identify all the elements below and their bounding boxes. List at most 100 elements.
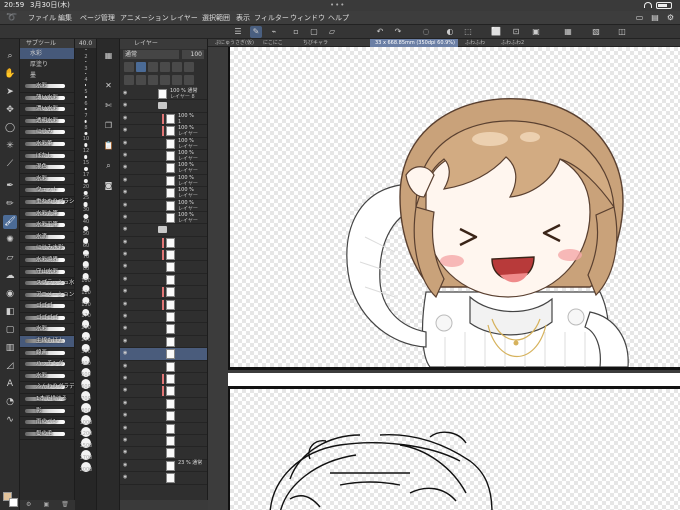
- doc-tab-5[interactable]: ふわふわ: [460, 39, 494, 47]
- brush-size-item[interactable]: 50: [75, 225, 96, 237]
- clear-icon[interactable]: ✕: [102, 79, 115, 92]
- brush-item[interactable]: ゴゴゴゴ: [20, 313, 74, 325]
- brush-item[interactable]: 重ねぬりブラシ: [20, 197, 74, 209]
- brush-icon[interactable]: 🖌: [3, 215, 17, 229]
- brush-size-item[interactable]: 17: [75, 166, 96, 178]
- visibility-eye-icon[interactable]: ◉: [123, 202, 129, 208]
- brush-size-item[interactable]: 5: [75, 83, 96, 95]
- visibility-eye-icon[interactable]: ◉: [123, 264, 129, 269]
- doc-tab-1[interactable]: ぷにゅうさぎ(仮): [210, 39, 256, 47]
- layer-row[interactable]: ◉ 100 % レイヤー: [120, 200, 207, 212]
- brush-size-item[interactable]: 400: [75, 355, 96, 367]
- canvas-area[interactable]: ぷにゅうさぎ(仮) にこにこ ちびキャラ 33 x 668.85mm (350d…: [208, 39, 680, 510]
- visibility-eye-icon[interactable]: ◉: [123, 289, 129, 294]
- pen-mode-icon[interactable]: ✎: [250, 26, 262, 38]
- layer-row[interactable]: ◉: [120, 237, 207, 250]
- eraser-icon[interactable]: ▱: [3, 251, 17, 265]
- layer-row[interactable]: ◉ 100 % レイヤー: [120, 138, 207, 150]
- brush-item[interactable]: アニメーション: [20, 290, 74, 302]
- new-icon[interactable]: ▫: [290, 26, 302, 38]
- brush-size-item[interactable]: 15: [75, 154, 96, 166]
- brush-item[interactable]: 水滴: [20, 232, 74, 244]
- brush-size-item[interactable]: 80: [75, 260, 96, 272]
- layer-row[interactable]: ◉: [120, 410, 207, 423]
- invert-icon[interactable]: ▣: [530, 26, 542, 38]
- visibility-eye-icon[interactable]: ◉: [123, 276, 129, 282]
- layer-property-icon[interactable]: ▦: [102, 49, 115, 62]
- fill-icon[interactable]: ◐: [444, 26, 456, 38]
- magnify-icon[interactable]: ⌕: [102, 159, 115, 172]
- operation-icon[interactable]: ➤: [3, 85, 17, 99]
- layer-folder-row[interactable]: ◉: [120, 224, 207, 237]
- menu-view[interactable]: 表示: [236, 11, 250, 25]
- brush-item[interactable]: スプラッシュ水彩: [20, 278, 74, 290]
- brush-item[interactable]: 影: [20, 406, 74, 418]
- brush-size-item[interactable]: 60: [75, 237, 96, 249]
- brush-item[interactable]: 水彩境界: [20, 255, 74, 267]
- brush-item[interactable]: ふんわりグラデーション: [20, 382, 74, 395]
- layer-row[interactable]: ◉: [120, 348, 207, 361]
- deselect-icon[interactable]: ⊡: [510, 26, 522, 38]
- layer-row[interactable]: ◉: [120, 373, 207, 386]
- clip-icon[interactable]: [136, 62, 146, 72]
- subtool-category-thick-paint[interactable]: 厚塗り: [20, 59, 74, 70]
- brush-size-item[interactable]: 2: [75, 48, 96, 60]
- layout-icon[interactable]: ▤: [651, 11, 659, 25]
- menu-layer[interactable]: レイヤー: [170, 11, 198, 25]
- layer-row[interactable]: ◉: [120, 447, 207, 460]
- smart-icon[interactable]: ⌁: [268, 26, 280, 38]
- layer-row[interactable]: ◉ 100 % レイヤー: [120, 162, 207, 175]
- brush-item[interactable]: ぼかし: [20, 151, 74, 163]
- brush-size-item[interactable]: 6: [75, 95, 96, 107]
- select-icon[interactable]: ⬜: [490, 26, 502, 38]
- visibility-eye-icon[interactable]: ◉: [123, 363, 129, 369]
- visibility-eye-icon[interactable]: ◉: [123, 301, 129, 307]
- brush-item[interactable]: 水彩: [20, 174, 74, 186]
- layer-menu-icon[interactable]: [184, 75, 194, 85]
- visibility-eye-icon[interactable]: ◉: [123, 177, 129, 183]
- visibility-eye-icon[interactable]: ◉: [123, 227, 129, 232]
- new-raster-icon[interactable]: [124, 75, 134, 85]
- palette-color-icon[interactable]: [184, 62, 194, 72]
- settings-icon[interactable]: ⚙: [667, 11, 674, 25]
- hand-icon[interactable]: ✋: [3, 67, 17, 81]
- brush-size-item[interactable]: 200: [75, 319, 96, 331]
- brush-size-item[interactable]: 300: [75, 343, 96, 355]
- layer-row[interactable]: ◉: [120, 249, 207, 262]
- merge-icon[interactable]: [160, 75, 170, 85]
- brush-size-item[interactable]: 600: [75, 378, 96, 390]
- snap-icon[interactable]: ◫: [616, 26, 628, 38]
- layer-row[interactable]: ◉ 100 % 通常 レイヤー 8: [120, 88, 207, 101]
- brush-item[interactable]: 主線もほん: [20, 336, 74, 348]
- subtool-copy-icon[interactable]: ▣: [44, 500, 50, 510]
- menu-file[interactable]: ファイル: [28, 11, 56, 25]
- cut-icon[interactable]: ✄: [102, 99, 115, 112]
- brush-size-item[interactable]: 150: [75, 296, 96, 308]
- brush-item[interactable]: ハッチング: [20, 359, 74, 371]
- copy-icon[interactable]: ❐: [102, 119, 115, 132]
- visibility-eye-icon[interactable]: ◉: [123, 165, 129, 170]
- camera-icon[interactable]: ◙: [102, 179, 115, 192]
- brush-size-item[interactable]: 1200: [75, 426, 96, 437]
- visibility-eye-icon[interactable]: ◉: [123, 338, 129, 344]
- new-folder-icon[interactable]: [148, 75, 158, 85]
- gradient-icon[interactable]: ◧: [3, 305, 17, 319]
- subtool-category-watercolor[interactable]: 水彩: [20, 48, 74, 59]
- move-icon[interactable]: ✥: [3, 103, 17, 117]
- layer-panel-tab[interactable]: レイヤー: [120, 39, 207, 49]
- brush-size-item[interactable]: 1000: [75, 414, 96, 426]
- frame-icon[interactable]: ▥: [3, 341, 17, 355]
- brush-size-item[interactable]: 10: [75, 131, 96, 142]
- layer-row[interactable]: ◉ 23 % 通常: [120, 460, 207, 473]
- brush-size-item[interactable]: 500: [75, 367, 96, 378]
- menu-animation[interactable]: アニメーション: [120, 11, 169, 25]
- brush-item[interactable]: 水彩丸筆: [20, 209, 74, 221]
- visibility-eye-icon[interactable]: ◉: [123, 314, 129, 319]
- visibility-eye-icon[interactable]: ◉: [123, 252, 129, 257]
- brush-item[interactable]: ウェット: [20, 185, 74, 197]
- visibility-eye-icon[interactable]: ◉: [123, 475, 129, 480]
- visibility-eye-icon[interactable]: ◉: [123, 375, 129, 381]
- redo-icon[interactable]: ↷: [392, 26, 404, 38]
- brush-item[interactable]: 1本で描ける: [20, 394, 74, 406]
- ruler-icon[interactable]: ▧: [590, 26, 602, 38]
